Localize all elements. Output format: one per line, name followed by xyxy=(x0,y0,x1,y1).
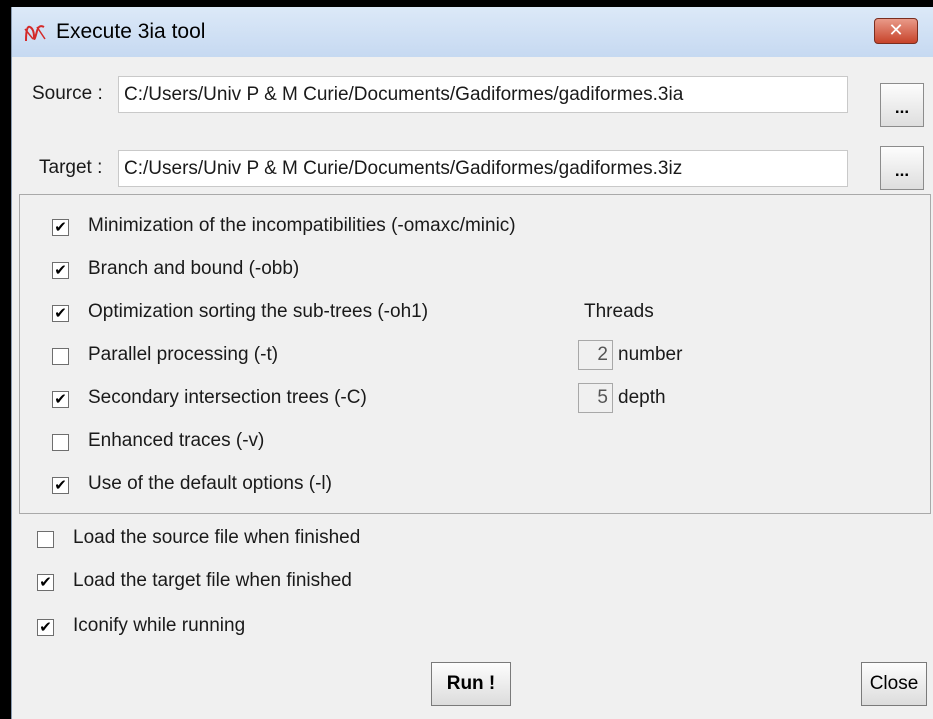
iconify-label: Iconify while running xyxy=(73,615,246,636)
checkmark-icon: ✔ xyxy=(54,261,67,279)
option-label-parallel: Parallel processing (-t) xyxy=(88,344,279,365)
checkmark-icon: ✔ xyxy=(54,304,67,322)
threads-depth-input[interactable]: 5 xyxy=(578,383,613,413)
option-checkbox-enhanced-traces[interactable] xyxy=(52,434,69,451)
source-path-input[interactable]: C:/Users/Univ P & M Curie/Documents/Gadi… xyxy=(118,76,848,113)
close-window-button[interactable]: ✕ xyxy=(874,18,918,44)
option-label-branch-and-bound: Branch and bound (-obb) xyxy=(88,258,300,279)
option-checkbox-secondary-trees[interactable]: ✔ xyxy=(52,391,69,408)
source-label: Source : xyxy=(32,83,103,104)
background-frame-top xyxy=(0,0,933,7)
target-browse-button[interactable]: ... xyxy=(880,146,924,190)
window-title: Execute 3ia tool xyxy=(56,20,206,43)
checkmark-icon: ✔ xyxy=(54,476,67,494)
threads-depth-label: depth xyxy=(618,387,666,408)
target-path-input[interactable]: C:/Users/Univ P & M Curie/Documents/Gadi… xyxy=(118,150,848,187)
target-label: Target : xyxy=(39,157,103,178)
option-label-minimization: Minimization of the incompatibilities (-… xyxy=(88,215,516,236)
checkmark-icon: ✔ xyxy=(54,218,67,236)
checkmark-icon: ✔ xyxy=(39,618,52,636)
title-bar[interactable]: Execute 3ia tool ✕ xyxy=(12,7,933,57)
load-target-label: Load the target file when finished xyxy=(73,570,352,591)
close-icon: ✕ xyxy=(888,20,904,41)
background-frame-left xyxy=(0,0,11,719)
load-source-label: Load the source file when finished xyxy=(73,527,361,548)
threads-number-label: number xyxy=(618,344,683,365)
option-checkbox-optimization[interactable]: ✔ xyxy=(52,305,69,322)
run-button[interactable]: Run ! xyxy=(431,662,511,706)
app-icon xyxy=(24,25,46,42)
close-button[interactable]: Close xyxy=(861,662,927,706)
threads-number-input[interactable]: 2 xyxy=(578,340,613,370)
iconify-checkbox[interactable]: ✔ xyxy=(37,619,54,636)
option-checkbox-minimization[interactable]: ✔ xyxy=(52,219,69,236)
option-checkbox-parallel[interactable] xyxy=(52,348,69,365)
load-source-checkbox[interactable] xyxy=(37,531,54,548)
threads-header: Threads xyxy=(584,301,654,322)
checkmark-icon: ✔ xyxy=(54,390,67,408)
dialog-window: Execute 3ia tool ✕ Source : C:/Users/Uni… xyxy=(11,7,933,719)
option-label-default-options: Use of the default options (-l) xyxy=(88,473,332,494)
option-label-optimization: Optimization sorting the sub-trees (-oh1… xyxy=(88,301,429,322)
checkmark-icon: ✔ xyxy=(39,573,52,591)
load-target-checkbox[interactable]: ✔ xyxy=(37,574,54,591)
option-checkbox-default-options[interactable]: ✔ xyxy=(52,477,69,494)
option-checkbox-branch-and-bound[interactable]: ✔ xyxy=(52,262,69,279)
option-label-secondary-trees: Secondary intersection trees (-C) xyxy=(88,387,367,408)
option-label-enhanced-traces: Enhanced traces (-v) xyxy=(88,430,265,451)
source-browse-button[interactable]: ... xyxy=(880,83,924,127)
